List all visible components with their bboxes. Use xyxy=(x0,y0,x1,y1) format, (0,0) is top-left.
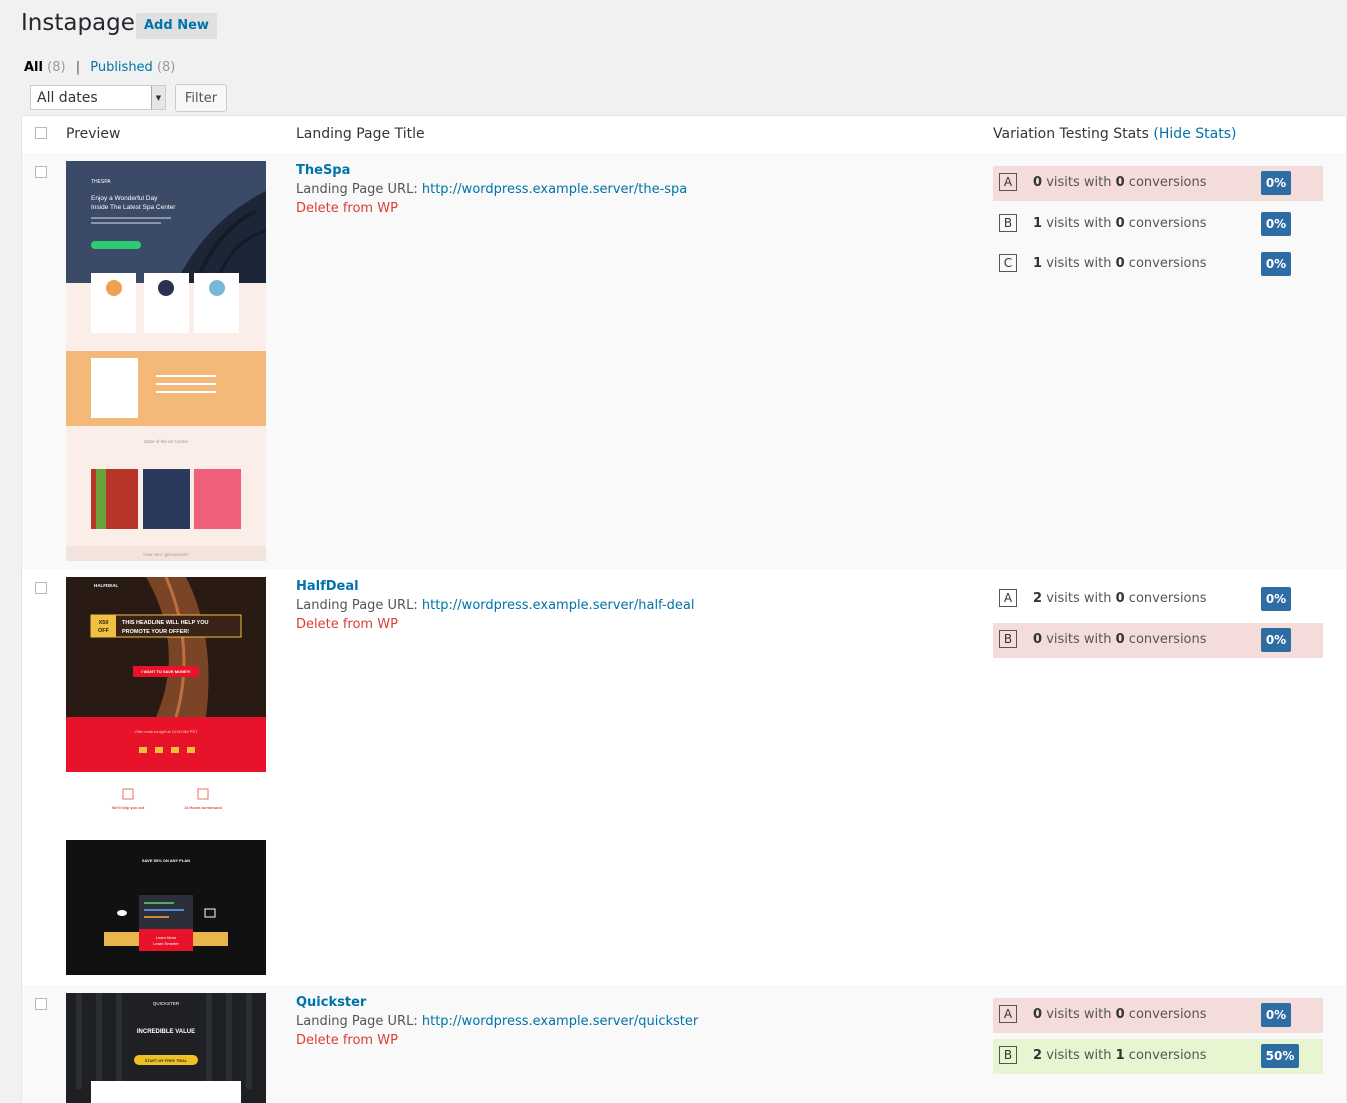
conversion-rate-badge: 0% xyxy=(1261,252,1291,276)
conversion-rate-badge: 0% xyxy=(1261,171,1291,195)
landing-pages-table: Preview Landing Page Title Variation Tes… xyxy=(21,115,1347,1103)
quickster-brand: QUICKSTER xyxy=(153,1001,180,1006)
url-label: Landing Page URL: xyxy=(296,1014,418,1029)
variation-stat-text: 0 visits with 0 conversions xyxy=(1033,1007,1207,1022)
date-filter-value: All dates xyxy=(37,90,98,106)
delete-from-wp-link[interactable]: Delete from WP xyxy=(296,617,398,632)
variation-stat-text: 1 visits with 0 conversions xyxy=(1033,216,1207,231)
variation-letter: C xyxy=(999,254,1017,272)
view-separator: | xyxy=(75,60,81,75)
row-checkbox[interactable] xyxy=(35,166,47,178)
conversion-rate-badge: 50% xyxy=(1261,1044,1299,1068)
landing-page-url: Landing Page URL: http://wordpress.examp… xyxy=(296,598,694,613)
url-label: Landing Page URL: xyxy=(296,182,418,197)
halfdeal-cta: I WANT TO SAVE MONEY! xyxy=(141,669,190,674)
table-row: QUICKSTER INCREDIBLE VALUE START MY FREE… xyxy=(22,985,1346,1103)
hide-stats-link[interactable]: (Hide Stats) xyxy=(1153,126,1236,142)
thespa-brand: THESPA xyxy=(91,179,111,185)
view-published-link[interactable]: Published xyxy=(90,60,153,75)
conversion-rate-badge: 0% xyxy=(1261,212,1291,236)
row-checkbox[interactable] xyxy=(35,998,47,1010)
halfdeal-feature-1: We'll help you out xyxy=(112,806,145,810)
conversion-rate-badge: 0% xyxy=(1261,628,1291,652)
table-header: Preview Landing Page Title Variation Tes… xyxy=(22,116,1346,154)
row-checkbox[interactable] xyxy=(35,582,47,594)
column-stats: Variation Testing Stats (Hide Stats) xyxy=(993,126,1236,142)
conversion-rate-badge: 0% xyxy=(1261,1003,1291,1027)
variation-letter: A xyxy=(999,173,1017,191)
halfdeal-learn-2: Learn Smarter xyxy=(153,941,179,946)
variation-stat-text: 0 visits with 0 conversions xyxy=(1033,175,1207,190)
variation-stat-row: A 0 visits with 0 conversions 0% xyxy=(993,166,1323,201)
variation-stat-row: B 0 visits with 0 conversions 0% xyxy=(993,623,1323,658)
landing-page-title-link[interactable]: HalfDeal xyxy=(296,579,359,594)
view-published-count: (8) xyxy=(156,60,176,75)
variation-stat-text: 2 visits with 0 conversions xyxy=(1033,591,1207,606)
delete-from-wp-link[interactable]: Delete from WP xyxy=(296,201,398,216)
thespa-headline-1: Enjoy a Wonderful Day xyxy=(91,195,158,202)
table-row: THESPA Enjoy a Wonderful Day Inside The … xyxy=(22,153,1346,569)
table-row: HALFDEAL X50 OFF THIS HEADLINE WILL HELP… xyxy=(22,569,1346,985)
halfdeal-preview-image: HALFDEAL X50 OFF THIS HEADLINE WILL HELP… xyxy=(66,577,266,975)
page-title: Instapage xyxy=(21,10,135,36)
url-label: Landing Page URL: xyxy=(296,598,418,613)
delete-from-wp-link[interactable]: Delete from WP xyxy=(296,1033,398,1048)
halfdeal-headline-2: PROMOTE YOUR OFFER! xyxy=(122,629,189,635)
variation-stat-text: 1 visits with 0 conversions xyxy=(1033,256,1207,271)
landing-page-url-link[interactable]: http://wordpress.example.server/half-dea… xyxy=(422,598,695,613)
variation-letter: B xyxy=(999,1046,1017,1064)
halfdeal-brand: HALFDEAL xyxy=(94,583,118,588)
halfdeal-offer-text: Offer ends tonight at 12:00 AM PST xyxy=(134,729,198,734)
chevron-down-icon[interactable]: ▼ xyxy=(151,86,165,109)
quickster-cta: START MY FREE TRIAL xyxy=(145,1059,188,1063)
filter-button[interactable]: Filter xyxy=(175,84,227,112)
variation-stat-row: B 1 visits with 0 conversions 0% xyxy=(993,207,1323,242)
add-new-button[interactable]: Add New xyxy=(136,13,217,39)
view-all-count: (8) xyxy=(47,60,66,75)
variation-letter: B xyxy=(999,214,1017,232)
variation-stat-row: B 2 visits with 1 conversions 50% xyxy=(993,1039,1323,1074)
column-preview: Preview xyxy=(66,126,121,142)
preview-thumbnail[interactable]: HALFDEAL X50 OFF THIS HEADLINE WILL HELP… xyxy=(66,577,266,975)
column-title: Landing Page Title xyxy=(296,126,425,142)
variation-stat-row: A 0 visits with 0 conversions 0% xyxy=(993,998,1323,1033)
halfdeal-save-text: SAVE 50% ON ANY PLAN xyxy=(142,858,190,863)
select-all-checkbox[interactable] xyxy=(35,127,47,139)
date-filter-select[interactable]: All dates ▼ xyxy=(30,85,166,110)
thespa-section-title: State of the art Center xyxy=(144,439,189,444)
landing-page-url: Landing Page URL: http://wordpress.examp… xyxy=(296,1014,698,1029)
quickster-headline: INCREDIBLE VALUE xyxy=(137,1029,195,1035)
variation-stat-row: A 2 visits with 0 conversions 0% xyxy=(993,582,1323,617)
variation-letter: A xyxy=(999,1005,1017,1023)
view-filters: All (8) | Published (8) xyxy=(24,60,175,75)
halfdeal-headline-1: THIS HEADLINE WILL HELP YOU xyxy=(122,620,209,626)
landing-page-title-link[interactable]: Quickster xyxy=(296,995,366,1010)
variation-letter: B xyxy=(999,630,1017,648)
conversion-rate-badge: 0% xyxy=(1261,587,1291,611)
thespa-headline-2: Inside The Latest Spa Center xyxy=(91,204,176,211)
halfdeal-learn-1: Learn More xyxy=(156,935,177,940)
variation-stat-row: C 1 visits with 0 conversions 0% xyxy=(993,247,1323,282)
landing-page-url-link[interactable]: http://wordpress.example.server/quickste… xyxy=(422,1014,698,1029)
halfdeal-badge-2: OFF xyxy=(98,628,110,634)
variation-letter: A xyxy=(999,589,1017,607)
landing-page-url-link[interactable]: http://wordpress.example.server/the-spa xyxy=(422,182,687,197)
preview-thumbnail[interactable]: THESPA Enjoy a Wonderful Day Inside The … xyxy=(66,161,266,561)
thespa-footer-text: How can I get access? xyxy=(143,552,189,557)
view-all-link[interactable]: All xyxy=(24,60,43,75)
landing-page-title-link[interactable]: TheSpa xyxy=(296,163,350,178)
landing-page-url: Landing Page URL: http://wordpress.examp… xyxy=(296,182,687,197)
variation-stat-text: 2 visits with 1 conversions xyxy=(1033,1048,1207,1063)
preview-thumbnail[interactable]: QUICKSTER INCREDIBLE VALUE START MY FREE… xyxy=(66,993,266,1103)
column-stats-label: Variation Testing Stats xyxy=(993,126,1149,142)
thespa-preview-image: THESPA Enjoy a Wonderful Day Inside The … xyxy=(66,161,266,561)
halfdeal-feature-2: 24 Hours turnaround xyxy=(184,806,222,810)
halfdeal-badge-1: X50 xyxy=(99,620,109,626)
quickster-preview-image: QUICKSTER INCREDIBLE VALUE START MY FREE… xyxy=(66,993,266,1103)
variation-stat-text: 0 visits with 0 conversions xyxy=(1033,632,1207,647)
